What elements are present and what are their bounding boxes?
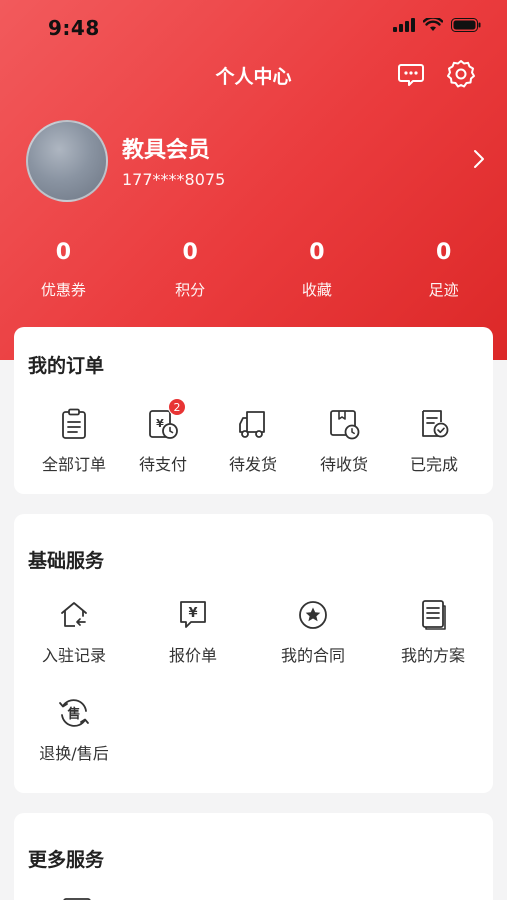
- status-icons: [393, 18, 481, 32]
- more-services-title: 更多服务: [28, 849, 105, 871]
- stats-row: 0 优惠券 0 积分 0 收藏 0 足迹: [0, 240, 507, 300]
- order-all-label: 全部订单: [41, 455, 106, 474]
- service-my-plans-label: 我的方案: [400, 646, 465, 665]
- service-settlement-records-label: 入驻记录: [41, 646, 106, 665]
- stat-value: 0: [182, 240, 198, 265]
- after-sale-icon-text: 售: [67, 706, 80, 722]
- star-seal-icon: [296, 598, 330, 632]
- chevron-right-icon[interactable]: [472, 148, 486, 170]
- order-pending-shipment-label: 待发货: [228, 455, 277, 474]
- service-quotation-label: 报价单: [168, 646, 217, 665]
- document-check-icon: [417, 407, 451, 441]
- clipboard-icon: [57, 407, 91, 441]
- order-pending-shipment[interactable]: 待发货: [207, 407, 299, 475]
- order-completed[interactable]: 已完成: [388, 407, 480, 475]
- gear-icon: [446, 59, 476, 89]
- phone-number: 177****8075: [122, 170, 226, 189]
- battery-icon: [451, 18, 481, 32]
- wifi-icon: [423, 18, 443, 32]
- basic-services-card: 基础服务 入驻记录 ¥ 报价单 我的合同 我的方案 售 退换/售后: [14, 514, 493, 793]
- service-my-plans[interactable]: 我的方案: [387, 598, 479, 666]
- stat-value: 0: [55, 240, 72, 265]
- service-my-contracts[interactable]: 我的合同: [267, 598, 359, 666]
- status-time: 9:48: [48, 16, 100, 40]
- stat-favorites[interactable]: 0 收藏: [254, 240, 381, 300]
- service-after-sales[interactable]: 售 退换/售后: [28, 696, 120, 764]
- service-settlement-records[interactable]: 入驻记录: [28, 598, 120, 666]
- order-pending-receipt-label: 待收货: [319, 455, 368, 474]
- after-sale-icon: 售: [57, 696, 91, 730]
- stat-label: 积分: [175, 281, 206, 299]
- stat-coupons[interactable]: 0 优惠券: [0, 240, 127, 300]
- pending-payment-badge: 2: [168, 398, 186, 416]
- order-all[interactable]: 全部订单: [28, 407, 120, 475]
- avatar[interactable]: [26, 120, 108, 202]
- page-title: 个人中心: [215, 66, 292, 88]
- payment-clock-icon: ¥ 2: [146, 398, 186, 441]
- stat-value: 0: [435, 240, 452, 265]
- message-icon: [397, 60, 425, 88]
- orders-card: 我的订单 全部订单 ¥ 2 待支付 待发货 待收货 已完成: [14, 327, 493, 494]
- package-clock-icon: [327, 407, 361, 441]
- more-services-card: 更多服务: [14, 813, 493, 900]
- settings-button[interactable]: [445, 58, 477, 90]
- stat-value: 0: [309, 240, 325, 265]
- stat-label: 足迹: [428, 281, 459, 299]
- service-after-sales-label: 退换/售后: [39, 744, 109, 763]
- status-bar: 9:48: [0, 0, 507, 56]
- truck-icon: [236, 407, 270, 441]
- stat-label: 优惠券: [40, 281, 86, 299]
- username: 教具会员: [122, 138, 211, 163]
- basic-services-title: 基础服务: [28, 550, 105, 572]
- order-pending-payment[interactable]: ¥ 2 待支付: [117, 398, 209, 475]
- nav-bar: 个人中心: [0, 56, 507, 92]
- svg-text:¥: ¥: [188, 606, 197, 621]
- profile-row[interactable]: 教具会员 177****8075: [26, 120, 486, 204]
- document-list-icon: [416, 598, 450, 632]
- service-quotation[interactable]: ¥ 报价单: [147, 598, 239, 666]
- service-my-contracts-label: 我的合同: [280, 646, 345, 665]
- order-pending-receipt[interactable]: 待收货: [298, 407, 390, 475]
- stat-footprints[interactable]: 0 足迹: [380, 240, 507, 300]
- stat-points[interactable]: 0 积分: [127, 240, 254, 300]
- order-pending-payment-label: 待支付: [138, 455, 187, 474]
- order-completed-label: 已完成: [409, 455, 458, 474]
- house-enter-icon: [57, 598, 91, 632]
- orders-title: 我的订单: [28, 355, 105, 377]
- quote-yen-icon: ¥: [176, 598, 210, 632]
- stat-label: 收藏: [301, 281, 332, 299]
- message-button[interactable]: [395, 58, 427, 90]
- signal-icon: [393, 18, 415, 32]
